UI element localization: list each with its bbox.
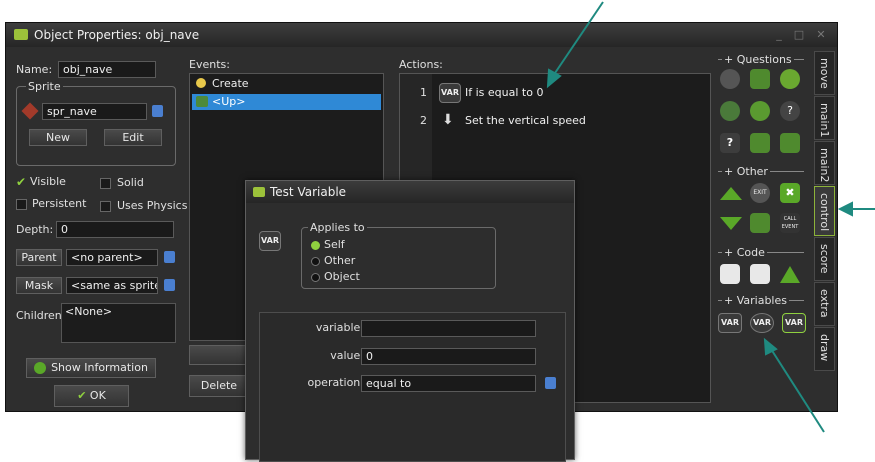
annotation-arrows <box>546 1 875 433</box>
arrow-head <box>546 68 562 89</box>
arrow-head <box>837 201 853 217</box>
arrow-head <box>763 337 778 356</box>
arrow-to-test-variable <box>770 348 825 433</box>
arrow-to-action <box>552 1 604 77</box>
